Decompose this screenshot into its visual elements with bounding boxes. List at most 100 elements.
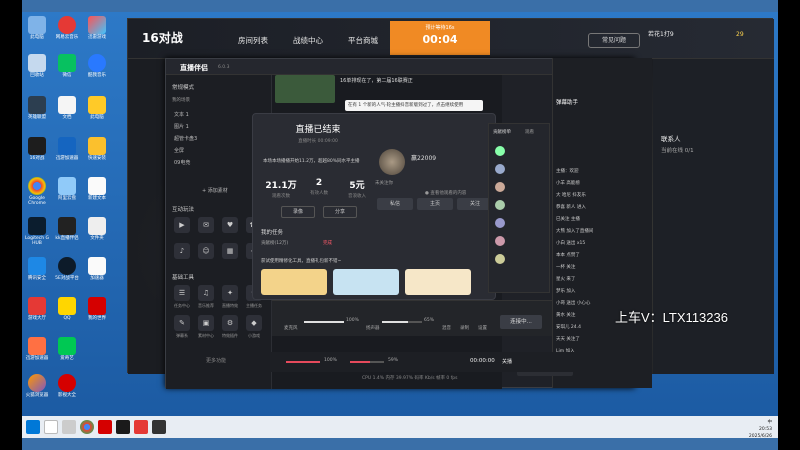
avatar[interactable]	[379, 149, 405, 175]
interact-tool-2[interactable]: ✉	[198, 217, 214, 233]
netease-music-icon	[58, 16, 76, 34]
search-icon[interactable]	[44, 420, 58, 434]
promo-banner-1[interactable]	[261, 269, 327, 295]
timer-value: 00:04	[422, 33, 458, 46]
desktop-icon-ghub[interactable]: Logitech G HUB	[24, 217, 50, 246]
tasks-link[interactable]: 完成	[323, 240, 332, 246]
game-taskbar-icon[interactable]	[152, 420, 166, 434]
promo-banner-3[interactable]	[405, 269, 471, 295]
desktop-icon-kk[interactable]: kk直播伴侣	[54, 217, 80, 241]
desktop-icon-doc[interactable]: 文档	[54, 96, 80, 120]
scene-item[interactable]: 图片 1	[174, 123, 189, 130]
interact-tool-1[interactable]: ▶	[174, 217, 190, 233]
basic-tool-game[interactable]: ◆	[246, 315, 262, 331]
desktop-icon-folder[interactable]: 文件夹	[84, 217, 110, 241]
scene-item[interactable]: 09电竞	[174, 159, 190, 166]
desktop-icon-aliyun[interactable]: 阿里云盘	[54, 177, 80, 201]
stop-live-button[interactable]: 关播	[502, 358, 512, 365]
desktop-icon-5e[interactable]: 5E对战平台	[54, 257, 80, 281]
desktop-icon-chrome[interactable]: Google Chrome	[24, 177, 50, 206]
online-count: 当前在线 0/1	[661, 148, 694, 154]
section-basic: 基础工具	[172, 275, 195, 281]
settings-button[interactable]: 设置	[478, 325, 487, 331]
help-button[interactable]: 常见问题	[588, 33, 640, 48]
promo-text: 获试使用精修化工具，直播礼包新不错~	[261, 259, 342, 264]
record-button[interactable]: 录像	[281, 206, 315, 218]
interact-tool-7[interactable]: ▦	[222, 243, 238, 259]
news-thumbnail[interactable]	[275, 75, 335, 103]
app2-taskbar-icon[interactable]	[134, 420, 148, 434]
audience-list-tab[interactable]: 观看	[525, 129, 534, 135]
nav-mall[interactable]: 平台商城	[348, 35, 378, 46]
speaker-label: 扬声器	[366, 326, 380, 331]
desktop-icon-16[interactable]: 16对战	[24, 137, 50, 161]
desktop-icon-netease[interactable]: 网易云音乐	[54, 16, 80, 40]
desktop-icon-wechat[interactable]: 微信	[54, 54, 80, 78]
chrome-taskbar-icon[interactable]	[80, 420, 94, 434]
nav-room-list[interactable]: 房间列表	[238, 35, 268, 46]
desktop-icon-txt[interactable]: 新建文本	[84, 177, 110, 201]
volume-slider-2[interactable]	[350, 361, 384, 363]
5e-icon	[58, 257, 76, 275]
desktop-icon-xunlei[interactable]: 迅雷游戏	[84, 16, 110, 40]
clock-time: 20:53	[759, 427, 772, 432]
interact-tool-5[interactable]: ♪	[174, 243, 190, 259]
ime-indicator[interactable]: 中	[768, 420, 773, 425]
task-view-icon[interactable]	[62, 420, 76, 434]
desktop-icon-this-pc[interactable]: 此电脑	[24, 16, 50, 40]
desktop-icon-iqiyi[interactable]: 爱奇艺	[54, 337, 80, 361]
basic-tool-plugin[interactable]: ⚙	[222, 315, 238, 331]
add-material-button[interactable]: + 添加素材	[202, 187, 228, 194]
share-button[interactable]: 分享	[323, 206, 357, 218]
chat-line: 小哥 送出 小心心	[556, 301, 591, 306]
mode-selector[interactable]: 常规模式	[172, 83, 194, 91]
desktop-icon-lol[interactable]: 英雄联盟	[24, 96, 50, 120]
live-taskbar-icon[interactable]	[116, 420, 130, 434]
basic-tool-music[interactable]: ♫	[198, 285, 214, 301]
basic-tool-danmaku[interactable]: ✎	[174, 315, 190, 331]
scene-item[interactable]: 文本 1	[174, 111, 189, 118]
system-tray[interactable]: 中 20:53 2025/6/26	[749, 419, 772, 440]
message-button[interactable]: 私信	[377, 198, 413, 210]
interact-tool-6[interactable]: ☺	[198, 243, 214, 259]
match-timer[interactable]: 预计等待16s 00:04	[390, 21, 490, 55]
desktop-icon-accel[interactable]: 加速器	[84, 257, 110, 281]
basic-tool-effect[interactable]: ✦	[222, 285, 238, 301]
desktop-icon-qq[interactable]: QQ	[54, 297, 80, 321]
desktop-icon-recycle[interactable]: 回收站	[24, 54, 50, 78]
desktop-icon-install[interactable]: 快速安装	[84, 137, 110, 161]
desktop-icon-kuwo[interactable]: 酷我音乐	[84, 54, 110, 78]
scene-item[interactable]: 超管卡盘3	[174, 135, 197, 142]
app-version: 6.0.3	[218, 65, 230, 70]
more-functions[interactable]: 更多功能	[206, 357, 226, 364]
app-taskbar-icon[interactable]	[98, 420, 112, 434]
desktop-icon-firefox[interactable]: 火狐浏览器	[24, 374, 50, 398]
recycle-bin-icon	[28, 54, 46, 72]
promo-banner-2[interactable]	[333, 269, 399, 295]
chat-line: 一杯 关注	[556, 265, 576, 270]
desktop-icon-security[interactable]: 腾讯安全	[24, 257, 50, 281]
news-text[interactable]: 16单排现在了，第二届16联赛正	[340, 77, 413, 84]
desktop-icon-video[interactable]: 影视大全	[54, 374, 80, 398]
volume-slider-1[interactable]	[286, 361, 320, 363]
windows-start-icon[interactable]	[26, 420, 40, 434]
basic-tool-task[interactable]: ☰	[174, 285, 190, 301]
speaker-slider[interactable]	[382, 321, 422, 323]
interact-tool-3[interactable]: ♥	[222, 217, 238, 233]
update-tooltip[interactable]: 在有 1 个新的人气·轮主播抖音新版到过了，点击继续使用	[345, 100, 483, 111]
homepage-button[interactable]: 主页	[417, 198, 453, 210]
connecting-button[interactable]: 连接中...	[500, 315, 542, 329]
desktop-icon-xunyou[interactable]: 迅游加速器	[24, 337, 50, 361]
clock-date: 2025/6/26	[748, 434, 772, 439]
game-username[interactable]: 若花1打9	[648, 29, 674, 38]
desktop-icon-xunyou2[interactable]: 迅游加速器	[54, 137, 80, 161]
mix-button[interactable]: 混音	[442, 325, 451, 331]
desktop-icon-game-hall[interactable]: 游戏大厅	[24, 297, 50, 321]
desktop-icon-pc2[interactable]: 此电脑	[84, 96, 110, 120]
record-toggle[interactable]: 录制	[460, 325, 469, 331]
desktop-icon-mc[interactable]: 我的世界	[84, 297, 110, 321]
mic-slider[interactable]	[304, 321, 344, 323]
scene-item[interactable]: 全屏	[174, 147, 184, 154]
nav-stats-center[interactable]: 战绩中心	[293, 35, 323, 46]
basic-tool-material[interactable]: ▣	[198, 315, 214, 331]
